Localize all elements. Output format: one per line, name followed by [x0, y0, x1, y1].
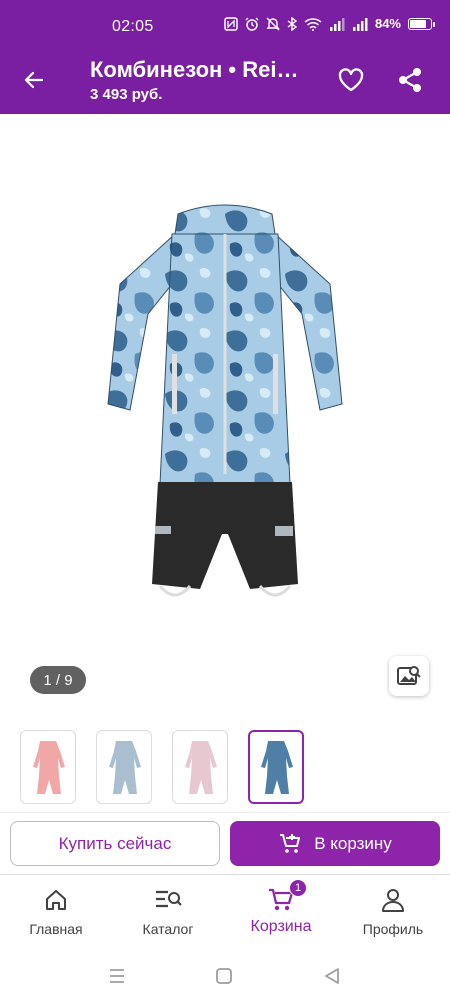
- home-icon-wrap: [6, 885, 106, 915]
- menu-lines-icon: [110, 969, 124, 983]
- alarm-icon: [245, 17, 259, 31]
- product-image[interactable]: [100, 204, 350, 624]
- add-to-cart-label: В корзину: [314, 833, 392, 853]
- back-system-button[interactable]: [318, 962, 346, 990]
- nav-cart[interactable]: 1 Корзина: [231, 879, 331, 936]
- thumbnail-image: [261, 741, 293, 794]
- thumbnail-2[interactable]: [96, 730, 152, 804]
- nfc-icon: [224, 16, 238, 31]
- buy-now-button[interactable]: Купить сейчас: [10, 821, 220, 866]
- cart-badge: 1: [289, 879, 307, 897]
- signal-icon: [352, 17, 368, 31]
- nav-home-label: Главная: [29, 921, 83, 937]
- home-icon: [46, 890, 66, 910]
- nav-profile[interactable]: Профиль: [343, 885, 443, 937]
- mute-icon: [266, 17, 280, 30]
- signal-icon: [329, 17, 345, 31]
- recents-button[interactable]: [103, 962, 131, 990]
- battery-fill: [410, 19, 426, 28]
- thumbnail-image: [109, 741, 141, 794]
- page-indicator: 1 / 9: [30, 666, 86, 694]
- image-search-icon: [397, 666, 421, 685]
- nav-home[interactable]: Главная: [6, 885, 106, 937]
- thumbnail-3[interactable]: [172, 730, 228, 804]
- triangle-back-icon: [325, 968, 339, 984]
- catalog-icon-wrap: [118, 885, 218, 915]
- thumbnail-4[interactable]: [248, 730, 304, 804]
- product-screen: 02:05 84% Комбинезон • Reima Kip 3 493 р…: [0, 0, 450, 1000]
- home-system-button[interactable]: [210, 962, 238, 990]
- product-gallery[interactable]: 1 / 9: [0, 114, 450, 714]
- person-icon: [382, 889, 404, 912]
- thumbnail-silhouette: [33, 741, 65, 794]
- thumbnail-1[interactable]: [20, 730, 76, 804]
- nav-catalog-label: Каталог: [142, 921, 194, 937]
- nav-catalog[interactable]: Каталог: [118, 885, 218, 937]
- title-block: Комбинезон • Reima Kip 3 493 руб.: [90, 56, 315, 103]
- product-title: Комбинезон • Reima Kip: [90, 57, 315, 82]
- person-icon-wrap: [343, 885, 443, 915]
- cart-plus-icon: [280, 833, 301, 853]
- status-bar: 02:05 84%: [0, 0, 450, 46]
- wifi-icon: [304, 17, 322, 31]
- thumbnail-silhouette: [261, 741, 293, 794]
- thumbnail-image: [33, 741, 65, 794]
- thumbnail-silhouette: [109, 741, 141, 794]
- product-price: 3 493 руб.: [90, 86, 163, 103]
- action-bar: Купить сейчас В корзину: [0, 812, 450, 872]
- thumbnail-silhouette: [185, 741, 217, 794]
- status-icons: 84%: [224, 16, 435, 31]
- image-search-button[interactable]: [389, 656, 429, 696]
- square-icon: [216, 968, 232, 984]
- battery-icon: [408, 17, 435, 30]
- status-time: 02:05: [112, 18, 154, 35]
- catalog-search-icon: [156, 890, 182, 908]
- thumbnail-image: [185, 741, 217, 794]
- nav-cart-label: Корзина: [250, 918, 312, 935]
- cart-icon-wrap: 1: [231, 879, 331, 915]
- bluetooth-icon: [287, 16, 297, 31]
- back-button[interactable]: [16, 62, 52, 98]
- battery-percent: 84%: [374, 16, 401, 31]
- arrow-back-icon: [24, 71, 44, 89]
- share-button[interactable]: [392, 62, 428, 98]
- share-icon: [399, 68, 421, 92]
- add-to-cart-button[interactable]: В корзину: [230, 821, 440, 866]
- heart-outline-icon: [338, 68, 364, 92]
- app-bar: Комбинезон • Reima Kip 3 493 руб.: [0, 46, 450, 114]
- system-nav-bar: [0, 952, 450, 1000]
- nav-profile-label: Профиль: [362, 921, 424, 937]
- bottom-nav: Главная Каталог 1 Корзина Профиль: [0, 874, 450, 952]
- thumbnail-strip: [0, 728, 450, 806]
- favorite-button[interactable]: [333, 62, 369, 98]
